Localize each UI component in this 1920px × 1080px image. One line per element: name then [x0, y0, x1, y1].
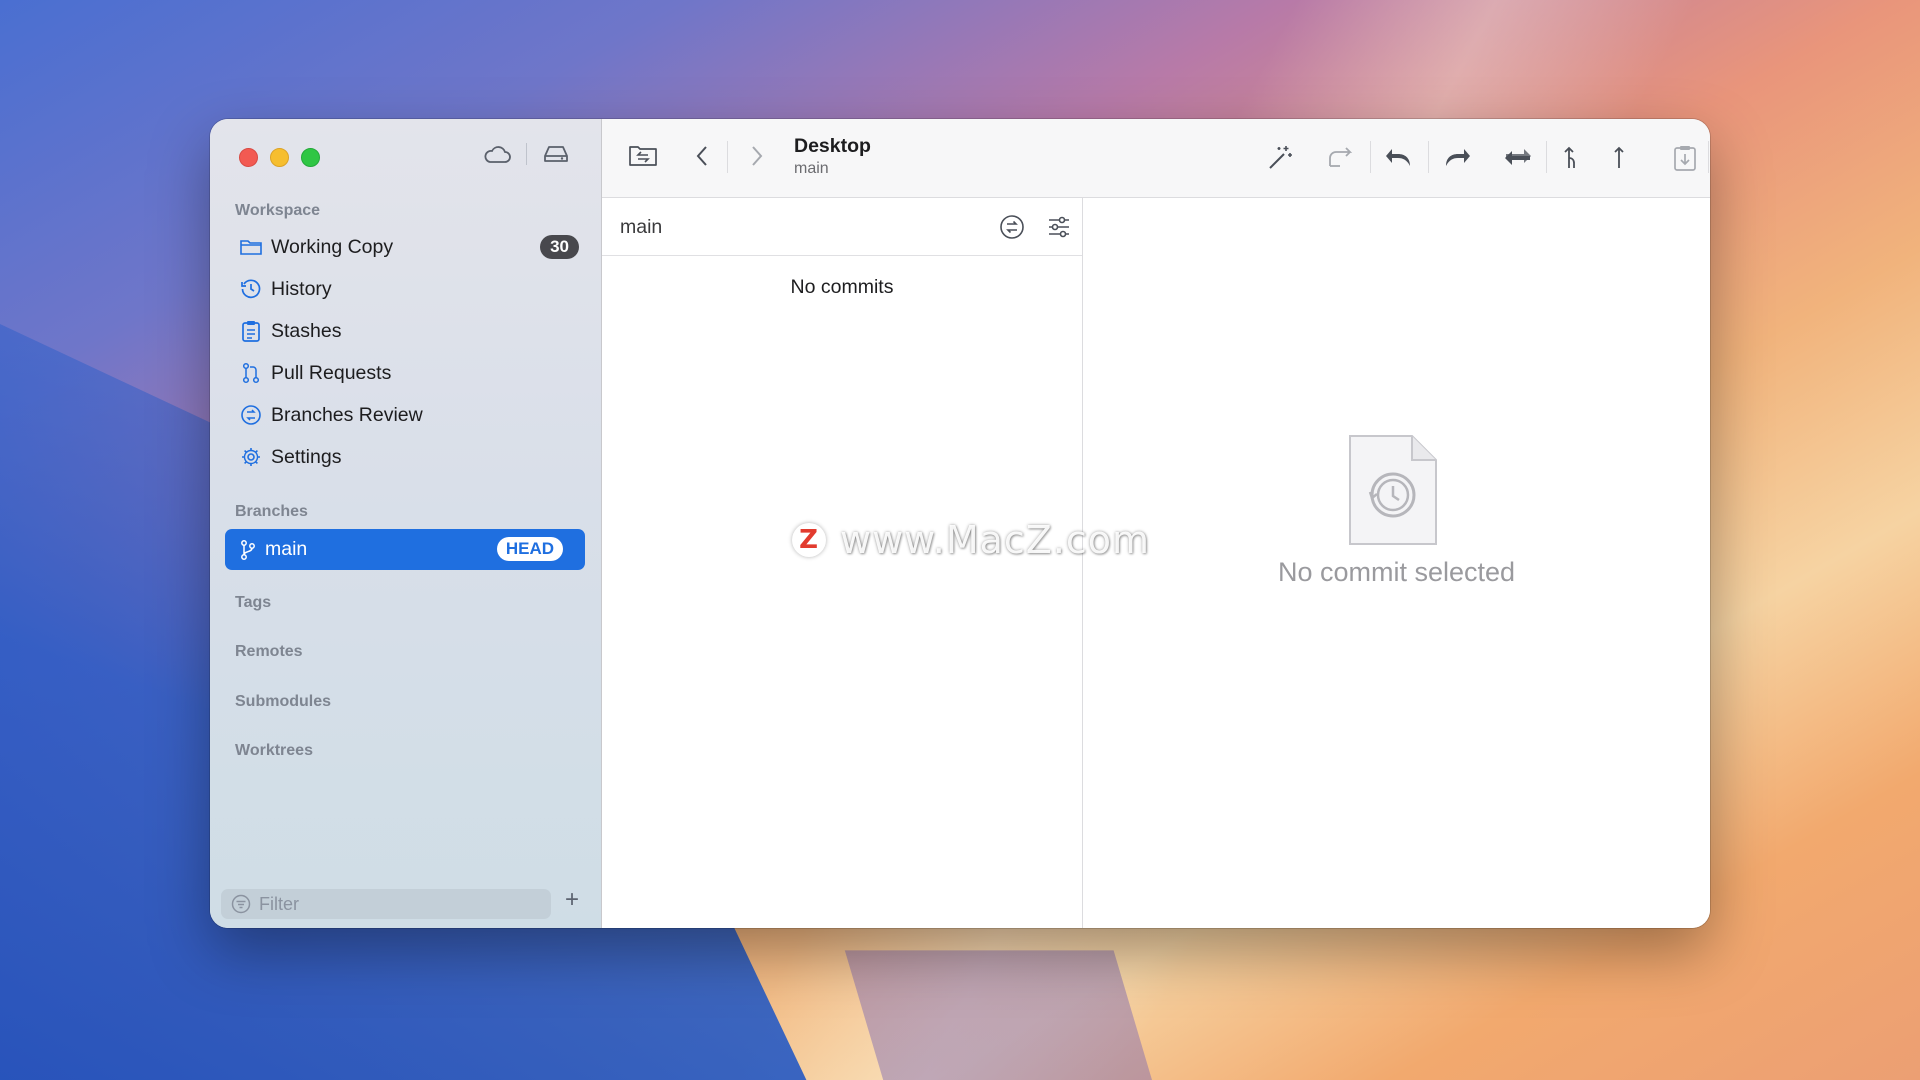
drive-icon[interactable] — [541, 143, 571, 165]
push-button[interactable] — [1612, 144, 1626, 170]
filter-options-icon[interactable] — [1046, 214, 1072, 245]
sync-button[interactable] — [1502, 144, 1534, 170]
branch-label: main — [265, 538, 308, 560]
folder-icon — [239, 235, 263, 259]
sidebar-item-label: Branches Review — [271, 403, 423, 426]
clipboard-icon — [239, 319, 263, 343]
document-history-icon — [1348, 434, 1438, 551]
pull-button[interactable] — [1560, 144, 1578, 170]
commit-list-pane: main No commits — [602, 198, 1083, 928]
window-title: Desktop — [794, 135, 871, 157]
sidebar-item-label: Stashes — [271, 319, 342, 342]
sidebar-item-working-copy[interactable]: Working Copy 30 — [239, 229, 579, 265]
remotes-section-label[interactable]: Remotes — [235, 643, 303, 661]
commit-list-header: main — [602, 198, 1082, 256]
gear-icon — [239, 445, 263, 469]
head-badge: HEAD — [496, 537, 563, 561]
sidebar-item-pull-requests[interactable]: Pull Requests — [239, 355, 579, 391]
forward-button[interactable] — [748, 144, 764, 168]
minimize-button[interactable] — [270, 148, 289, 167]
sidebar-item-label: History — [271, 277, 332, 300]
submodules-section-label[interactable]: Submodules — [235, 693, 331, 711]
open-repository-button[interactable] — [628, 144, 658, 168]
sidebar-item-label: Pull Requests — [271, 361, 392, 384]
toolbar-separator — [526, 143, 527, 165]
filter-placeholder: Filter — [259, 893, 299, 914]
undo-button[interactable] — [1384, 144, 1414, 170]
window-controls — [239, 148, 320, 167]
sidebar-item-history[interactable]: History — [239, 271, 579, 307]
tags-section-label[interactable]: Tags — [235, 594, 271, 612]
changes-count-badge: 30 — [540, 235, 579, 259]
main-toolbar: Desktop main — [602, 119, 1710, 198]
filter-icon — [231, 894, 251, 914]
cloud-icon[interactable] — [482, 143, 512, 165]
redo-button[interactable] — [1442, 144, 1472, 170]
toolbar-separator — [1370, 141, 1371, 173]
pull-request-icon — [239, 361, 263, 385]
watermark-text: www.MacZ.com — [840, 518, 1151, 562]
no-commit-selected-message: No commit selected — [1277, 557, 1516, 587]
stash-button[interactable] — [1672, 144, 1698, 172]
sidebar-toolbar — [482, 143, 571, 165]
magic-wand-button[interactable] — [1266, 144, 1294, 172]
current-branch-label: main — [620, 216, 663, 238]
toolbar-separator — [1428, 141, 1429, 173]
back-button[interactable] — [695, 144, 711, 168]
sidebar-item-label: Settings — [271, 445, 342, 468]
workspace-section-label: Workspace — [235, 202, 321, 219]
add-button[interactable]: + — [565, 888, 579, 912]
sidebar-filter-field[interactable]: Filter — [221, 889, 551, 919]
commit-button[interactable] — [1326, 144, 1356, 170]
branch-item-main[interactable]: main HEAD — [225, 529, 585, 570]
toolbar-separator — [1708, 141, 1709, 173]
commit-detail-pane: No commit selected — [1083, 198, 1710, 928]
branch-icon — [239, 539, 257, 561]
branches-review-icon — [239, 403, 263, 427]
watermark: Z www.MacZ.com — [792, 518, 1150, 562]
sidebar-item-settings[interactable]: Settings — [239, 439, 579, 475]
watermark-logo: Z — [792, 523, 826, 557]
branch-compare-icon[interactable] — [999, 214, 1025, 245]
toolbar-separator — [1546, 141, 1547, 173]
sidebar-item-stashes[interactable]: Stashes — [239, 313, 579, 349]
sidebar-item-branches-review[interactable]: Branches Review — [239, 397, 579, 433]
close-button[interactable] — [239, 148, 258, 167]
zoom-button[interactable] — [301, 148, 320, 167]
sidebar: Workspace Working Copy 30 History Stashe… — [210, 119, 602, 928]
clock-icon — [239, 277, 263, 301]
window-subtitle: main — [794, 160, 829, 177]
branches-section-label: Branches — [235, 503, 308, 520]
empty-commits-message: No commits — [790, 276, 894, 298]
sidebar-item-label: Working Copy — [271, 235, 394, 258]
worktrees-section-label[interactable]: Worktrees — [235, 742, 313, 760]
toolbar-separator — [727, 141, 728, 173]
